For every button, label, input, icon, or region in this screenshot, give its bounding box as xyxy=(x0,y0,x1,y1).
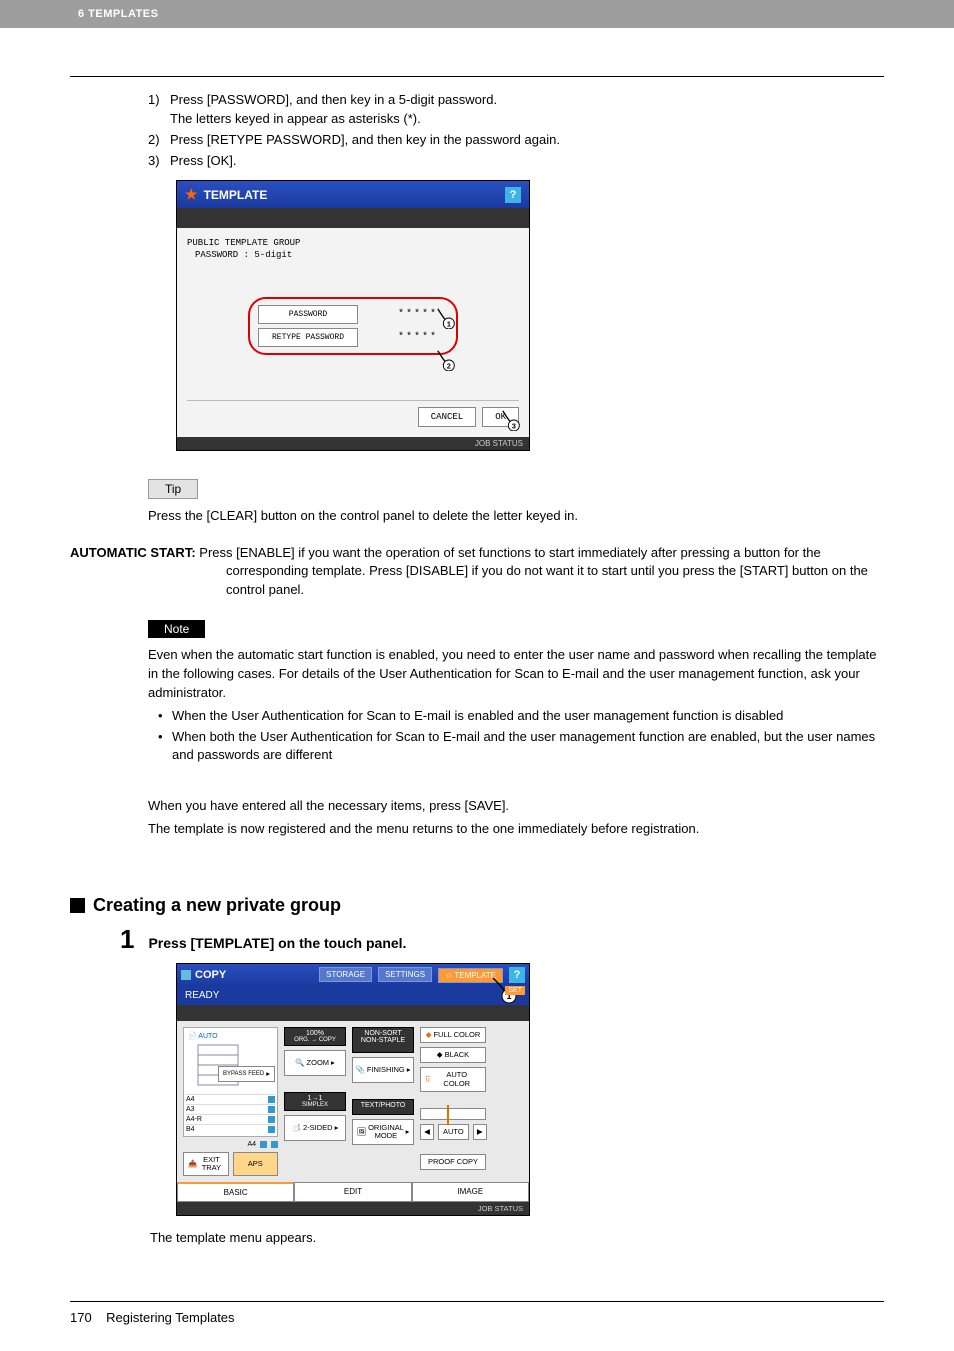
step-2: Press [RETYPE PASSWORD], and then key in… xyxy=(170,132,560,147)
chapter-header: 6 TEMPLATES xyxy=(0,0,954,28)
callout-3: 3 xyxy=(501,409,523,431)
tip-label: Tip xyxy=(148,479,198,499)
step-3: Press [OK]. xyxy=(170,153,236,168)
step1-after: The template menu appears. xyxy=(150,1230,884,1245)
copy-icon xyxy=(181,970,191,980)
settings-tab[interactable]: SETTINGS xyxy=(378,967,432,982)
note-bullet-1: When the User Authentication for Scan to… xyxy=(158,707,884,726)
step-1a: Press [PASSWORD], and then key in a 5-di… xyxy=(170,92,497,107)
set-badge: SET xyxy=(505,986,525,995)
password-button[interactable]: PASSWORD xyxy=(258,305,358,324)
simplex-display: 1→1SIMPLEX xyxy=(284,1092,346,1111)
note-bullet-2: When both the User Authentication for Sc… xyxy=(158,728,884,766)
edit-tab[interactable]: EDIT xyxy=(294,1182,411,1202)
page-footer: 170 Registering Templates xyxy=(0,1310,954,1345)
step-1b: The letters keyed in appear as asterisks… xyxy=(170,111,421,126)
footer-title: Registering Templates xyxy=(106,1310,234,1325)
svg-text:3: 3 xyxy=(512,423,517,431)
density-right[interactable]: ▶ xyxy=(473,1124,487,1140)
aps-button[interactable]: APS xyxy=(233,1152,279,1177)
closing-2: The template is now registered and the m… xyxy=(148,820,884,839)
proof-copy-button[interactable]: PROOF COPY xyxy=(420,1154,486,1170)
page-number: 170 xyxy=(70,1310,92,1325)
svg-text:2: 2 xyxy=(447,363,451,371)
retype-password-button[interactable]: RETYPE PASSWORD xyxy=(258,328,358,347)
two-sided-button[interactable]: 📑 2-SIDED ▸ xyxy=(284,1115,346,1141)
retype-value: ***** xyxy=(398,332,448,343)
finishing-button[interactable]: 📎 FINISHING ▸ xyxy=(352,1057,414,1083)
copy-screen-screenshot: COPY STORAGE SETTINGS ☆ TEMPLATE 1 ? SET… xyxy=(176,963,530,1217)
image-tab[interactable]: IMAGE xyxy=(412,1182,529,1202)
tip-text: Press the [CLEAR] button on the control … xyxy=(148,507,884,526)
footer-rule xyxy=(70,1301,884,1302)
textphoto-display: TEXT/PHOTO xyxy=(352,1099,414,1115)
top-rule xyxy=(70,76,884,77)
step-number: 1 xyxy=(120,924,134,955)
callout-2: 2 xyxy=(436,349,458,371)
job-status-bar[interactable]: JOB STATUS xyxy=(177,437,529,450)
original-mode-button[interactable]: 🖼 ORIGINAL MODE ▸ xyxy=(352,1119,414,1145)
storage-tab[interactable]: STORAGE xyxy=(319,967,372,982)
finishing-display: NON-SORT NON-STAPLE xyxy=(352,1027,414,1053)
note-intro: Even when the automatic start function i… xyxy=(148,646,884,703)
black-button[interactable]: ◆ BLACK xyxy=(420,1047,486,1063)
section-heading: Creating a new private group xyxy=(70,895,884,916)
zoom-button[interactable]: 🔍 ZOOM ▸ xyxy=(284,1050,346,1076)
help-icon[interactable]: ? xyxy=(505,187,521,203)
square-icon xyxy=(70,898,85,913)
note-label: Note xyxy=(148,620,205,638)
copy-title: COPY xyxy=(195,969,226,981)
paper-drawer: 📄 AUTO BYPASS FEED ▸ A4 A3 A4-R B4 xyxy=(183,1027,278,1137)
star-icon: ★ xyxy=(185,186,198,202)
density-auto[interactable]: AUTO xyxy=(438,1124,469,1140)
exit-tray-button[interactable]: 📤 EXIT TRAY xyxy=(183,1152,229,1177)
group-line2: PASSWORD : 5-digit xyxy=(195,250,519,262)
density-left[interactable]: ◀ xyxy=(420,1124,434,1140)
password-steps: 1)Press [PASSWORD], and then key in a 5-… xyxy=(148,91,884,170)
full-color-button[interactable]: ◆ FULL COLOR xyxy=(420,1027,486,1043)
cancel-button[interactable]: CANCEL xyxy=(418,407,476,427)
step-instruction: Press [TEMPLATE] on the touch panel. xyxy=(148,935,406,951)
auto-start-body: Press [ENABLE] if you want the operation… xyxy=(196,545,868,598)
bypass-feed-button[interactable]: BYPASS FEED ▸ xyxy=(218,1066,275,1082)
group-line1: PUBLIC TEMPLATE GROUP xyxy=(187,238,519,250)
auto-color-button[interactable]: ⠿ AUTO COLOR xyxy=(420,1067,486,1092)
density-slider[interactable] xyxy=(420,1108,486,1120)
job-status-bar-2[interactable]: JOB STATUS xyxy=(177,1202,529,1215)
svg-text:1: 1 xyxy=(447,321,452,329)
printer-icon xyxy=(188,1040,273,1090)
zoom-display: 100%ORG. → COPY xyxy=(284,1027,346,1046)
callout-1: 1 xyxy=(436,307,458,329)
template-password-screenshot: ★ TEMPLATE ? PUBLIC TEMPLATE GROUP PASSWO… xyxy=(176,180,530,450)
closing-1: When you have entered all the necessary … xyxy=(148,797,884,816)
ready-status: READY xyxy=(177,986,529,1005)
screen1-title: TEMPLATE xyxy=(204,188,268,202)
basic-tab[interactable]: BASIC xyxy=(177,1182,294,1202)
auto-start-head: AUTOMATIC START: xyxy=(70,545,196,560)
